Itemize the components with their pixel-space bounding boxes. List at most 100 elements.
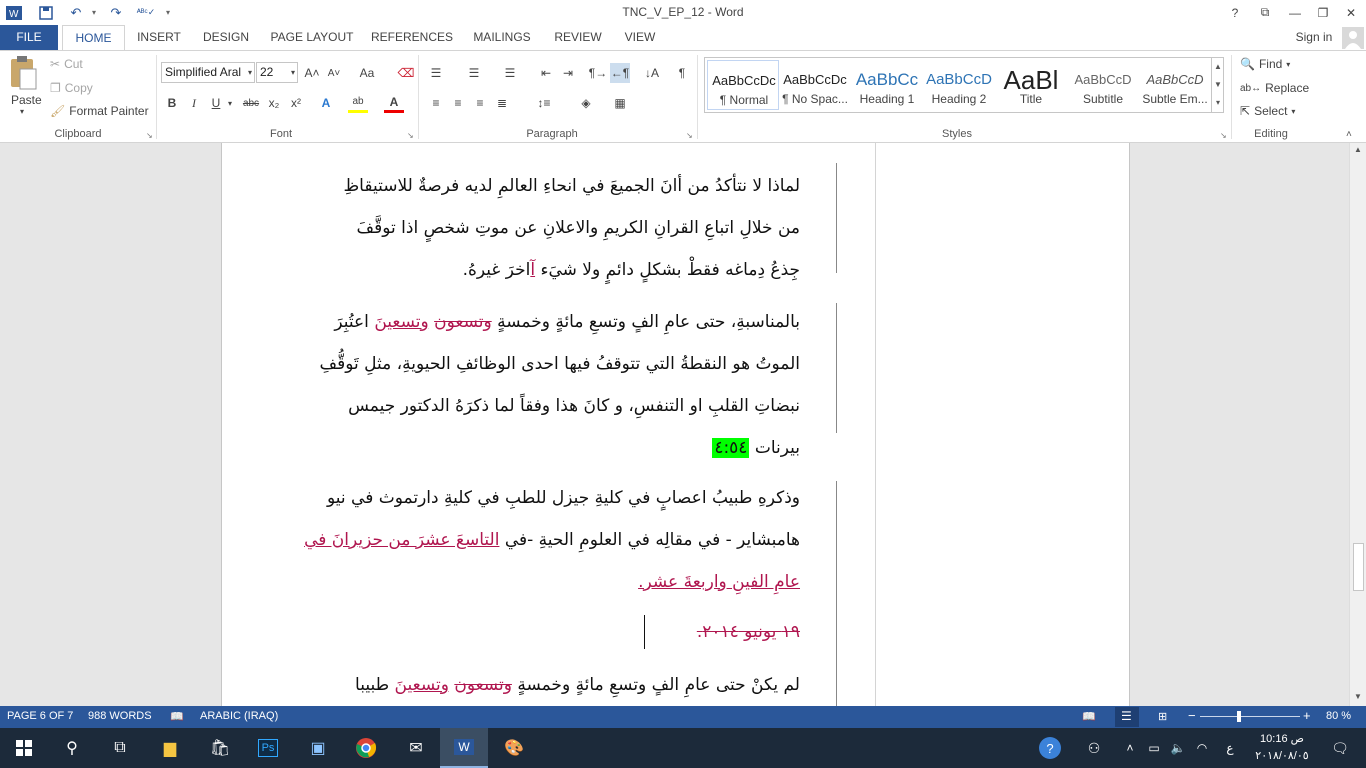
bold-button[interactable]: B bbox=[162, 93, 182, 113]
tab-page-layout[interactable]: PAGE LAYOUT bbox=[266, 25, 358, 50]
mail-icon[interactable]: ✉ bbox=[392, 728, 440, 768]
format-painter-button[interactable]: 🖌 Format Painter bbox=[50, 104, 149, 118]
print-layout-icon[interactable]: ☰ bbox=[1115, 707, 1139, 727]
change-case-button[interactable]: Aa bbox=[354, 63, 380, 83]
collapse-ribbon-icon[interactable]: ˄ bbox=[1346, 129, 1352, 140]
strikethrough-button[interactable]: abc bbox=[240, 93, 262, 113]
clear-formatting-icon[interactable]: ⌫ bbox=[396, 63, 416, 83]
input-language[interactable]: ع bbox=[1218, 728, 1242, 768]
vertical-scrollbar[interactable]: ▲ ▼ bbox=[1349, 143, 1366, 706]
style-heading-1[interactable]: AaBbCc Heading 1 bbox=[851, 60, 923, 110]
show-formatting-button[interactable]: ¶ bbox=[672, 63, 692, 83]
tab-view[interactable]: VIEW bbox=[618, 25, 662, 50]
tab-review[interactable]: REVIEW bbox=[548, 25, 608, 50]
align-left-icon[interactable]: ≡ bbox=[426, 93, 446, 113]
paste-button[interactable]: Paste bbox=[11, 93, 42, 107]
read-mode-icon[interactable]: 📖 bbox=[1082, 710, 1096, 723]
grow-font-button[interactable]: A˄ bbox=[302, 63, 322, 83]
style-normal[interactable]: AaBbCcDc ¶ Normal bbox=[707, 60, 779, 110]
font-name-combo[interactable]: Simplified Aral ▾ bbox=[161, 62, 255, 83]
page-indicator[interactable]: PAGE 6 OF 7 bbox=[7, 710, 73, 722]
paragraph-4[interactable]: لم يكنْ حتى عامِ الفٍ وتسعِ مائةٍ وخمسةٍ… bbox=[297, 664, 800, 706]
style-heading-2[interactable]: AaBbCcD Heading 2 bbox=[923, 60, 995, 110]
photoshop-icon[interactable]: Ps bbox=[244, 728, 292, 768]
zoom-in-button[interactable]: + bbox=[1303, 708, 1311, 723]
zoom-slider[interactable] bbox=[1200, 716, 1300, 717]
app-icon[interactable]: ▣ bbox=[294, 728, 342, 768]
tab-file[interactable]: FILE bbox=[0, 25, 58, 50]
select-button[interactable]: ⇱ Select ▾ bbox=[1240, 104, 1295, 118]
close-button[interactable]: ✕ bbox=[1336, 0, 1366, 25]
multilevel-list-icon[interactable]: ☰ bbox=[500, 63, 520, 83]
paste-dropdown-icon[interactable]: ▾ bbox=[20, 107, 24, 116]
shading-icon[interactable]: ◈ bbox=[576, 93, 596, 113]
minimize-button[interactable]: — bbox=[1280, 0, 1310, 25]
scroll-up-icon[interactable]: ▲ bbox=[1354, 145, 1362, 154]
font-size-combo[interactable]: 22 ▾ bbox=[256, 62, 298, 83]
start-button[interactable] bbox=[0, 728, 48, 768]
scroll-down-icon[interactable]: ▼ bbox=[1354, 692, 1362, 701]
tab-mailings[interactable]: MAILINGS bbox=[466, 25, 538, 50]
tab-home[interactable]: HOME bbox=[62, 25, 125, 51]
underline-dropdown-icon[interactable]: ▾ bbox=[224, 93, 236, 113]
zoom-out-button[interactable]: − bbox=[1188, 708, 1196, 723]
subscript-button[interactable]: x₂ bbox=[264, 93, 284, 113]
style-no-spacing[interactable]: AaBbCcDc ¶ No Spac... bbox=[779, 60, 851, 110]
paste-icon[interactable] bbox=[8, 55, 44, 95]
ribbon-display-options-button[interactable]: ⧉ bbox=[1250, 0, 1280, 25]
font-launcher-icon[interactable]: ↘ bbox=[407, 131, 414, 140]
copy-button[interactable]: ❐ Copy bbox=[50, 81, 93, 95]
cut-button[interactable]: ✂ Cut bbox=[50, 57, 83, 71]
line-spacing-icon[interactable]: ↕≡ bbox=[534, 93, 554, 113]
text-effects-button[interactable]: A bbox=[316, 93, 336, 113]
paragraph-launcher-icon[interactable]: ↘ bbox=[686, 131, 693, 140]
styles-launcher-icon[interactable]: ↘ bbox=[1220, 131, 1227, 140]
help-button[interactable]: ? bbox=[1220, 0, 1250, 25]
ltr-direction-icon[interactable]: ¶→ bbox=[588, 63, 608, 83]
help-icon[interactable]: ? bbox=[1028, 728, 1072, 768]
word-count[interactable]: 988 WORDS bbox=[88, 710, 152, 722]
tab-insert[interactable]: INSERT bbox=[132, 25, 186, 50]
italic-button[interactable]: I bbox=[184, 93, 204, 113]
user-avatar-icon[interactable] bbox=[1342, 27, 1364, 49]
replace-button[interactable]: ab↔ Replace bbox=[1240, 81, 1309, 95]
decrease-indent-icon[interactable]: ⇤ bbox=[536, 63, 556, 83]
numbering-icon[interactable]: ☰ bbox=[464, 63, 484, 83]
paragraph-2[interactable]: بالمناسبةِ، حتى عامِ الفٍ وتسعِ مائةٍ وخ… bbox=[297, 301, 800, 469]
wifi-icon[interactable]: ◠ bbox=[1188, 728, 1216, 768]
chrome-icon[interactable] bbox=[342, 728, 390, 768]
clipboard-launcher-icon[interactable]: ↘ bbox=[146, 131, 153, 140]
clock[interactable]: 10:16 ص ٢٠١٨/٠٨/٠٥ bbox=[1246, 731, 1318, 765]
bullets-icon[interactable]: ☰ bbox=[426, 63, 446, 83]
scroll-thumb[interactable] bbox=[1353, 543, 1364, 591]
highlight-button[interactable]: ab bbox=[348, 93, 368, 113]
tab-design[interactable]: DESIGN bbox=[196, 25, 256, 50]
search-icon[interactable]: ⚲ bbox=[48, 728, 96, 768]
rtl-direction-icon[interactable]: ←¶ bbox=[610, 63, 630, 83]
style-subtitle[interactable]: AaBbCcD Subtitle bbox=[1067, 60, 1139, 110]
people-icon[interactable]: ⚇ bbox=[1072, 728, 1116, 768]
file-explorer-icon[interactable]: ▆ bbox=[146, 728, 194, 768]
borders-icon[interactable]: ▦ bbox=[610, 93, 630, 113]
zoom-level[interactable]: 80 % bbox=[1326, 710, 1351, 722]
style-title[interactable]: AaBl Title bbox=[995, 60, 1067, 110]
font-color-button[interactable]: A bbox=[384, 93, 404, 113]
align-right-icon[interactable]: ≡ bbox=[470, 93, 490, 113]
language-indicator[interactable]: ARABIC (IRAQ) bbox=[200, 710, 278, 722]
superscript-button[interactable]: x² bbox=[286, 93, 306, 113]
increase-indent-icon[interactable]: ⇥ bbox=[558, 63, 578, 83]
shrink-font-button[interactable]: A˅ bbox=[324, 63, 344, 83]
sort-icon[interactable]: ↓A bbox=[642, 63, 662, 83]
zoom-slider-thumb[interactable] bbox=[1237, 711, 1241, 722]
align-center-icon[interactable]: ≡ bbox=[448, 93, 468, 113]
paint-icon[interactable]: 🎨 bbox=[490, 728, 538, 768]
proofing-icon[interactable]: 📖 bbox=[170, 710, 184, 723]
justify-icon[interactable]: ≣ bbox=[492, 93, 512, 113]
find-button[interactable]: 🔍 Find ▾ bbox=[1240, 57, 1290, 71]
task-view-icon[interactable]: ⧉ bbox=[96, 728, 144, 768]
deleted-date-paragraph[interactable]: ١٩ يونيو ٢٠١٤. bbox=[297, 611, 800, 653]
web-layout-icon[interactable]: ⊞ bbox=[1158, 710, 1167, 723]
paragraph-1[interactable]: لماذا لا نتأكدُ من أانَ الجميعَ في انحاء… bbox=[297, 165, 800, 291]
styles-scroll-buttons[interactable]: ▲ ▼ ▾ bbox=[1211, 58, 1224, 112]
store-icon[interactable]: 🛍 bbox=[196, 728, 244, 768]
